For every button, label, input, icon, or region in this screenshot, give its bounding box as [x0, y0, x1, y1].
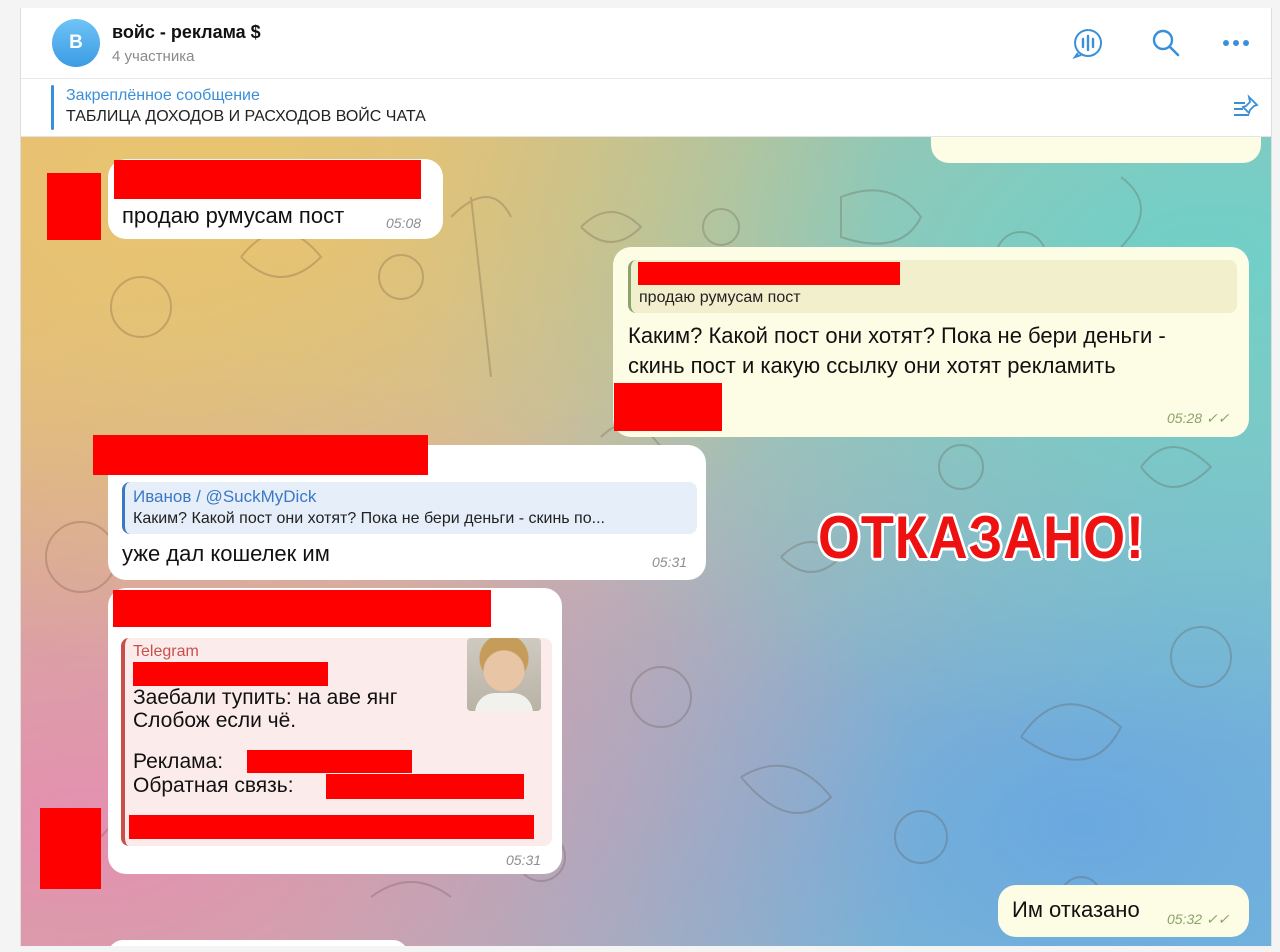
redacted-contact [326, 774, 524, 799]
rejected-stamp: ОТКАЗАНО! [818, 504, 1145, 571]
chat-window: В войс - реклама $ 4 участника Закреплён… [20, 8, 1272, 946]
message-bubble[interactable]: продаю румусам пост 05:08 [108, 159, 443, 239]
chat-member-count: 4 участника [112, 48, 195, 65]
search-icon [1152, 29, 1180, 57]
outgoing-message-bubble[interactable]: продаю румусам пост Каким? Какой пост он… [613, 247, 1249, 437]
message-bubble-partial[interactable] [108, 940, 408, 946]
voice-chat-icon [1072, 29, 1103, 59]
message-text: Им отказано [1012, 897, 1140, 922]
message-time: 05:08 [386, 215, 422, 231]
reply-quote[interactable]: продаю румусам пост [628, 260, 1237, 313]
redacted-sender [113, 590, 491, 627]
more-button[interactable] [1219, 26, 1253, 60]
pinned-indicator [51, 85, 54, 130]
pinned-text: ТАБЛИЦА ДОХОДОВ И РАСХОДОВ ВОЙС ЧАТА [66, 108, 426, 125]
redacted-sender [93, 435, 428, 475]
preview-text-line: Обратная связь: [133, 774, 294, 797]
redacted-preview-title [133, 662, 328, 686]
preview-text-line: Реклама: [133, 750, 224, 773]
message-text-line: скинь пост и какую ссылку они хотят рекл… [628, 353, 1116, 378]
preview-photo[interactable] [467, 638, 541, 711]
preview-text-line: Заебали тупить: на аве янг [133, 686, 398, 709]
message-time: 05:31 [506, 852, 542, 868]
chat-area[interactable]: продаю румусам пост 05:08 продаю румусам… [21, 137, 1271, 946]
chat-avatar[interactable]: В [52, 19, 100, 67]
redacted-sender [114, 160, 421, 199]
reply-text: продаю румусам пост [639, 289, 801, 306]
redacted-block [614, 383, 722, 431]
message-time: 05:31 [652, 554, 688, 570]
redacted-link [129, 815, 534, 839]
message-time: 05:32 ✓✓ [1167, 911, 1230, 927]
pinned-list-icon[interactable] [1231, 93, 1261, 123]
message-time: 05:28 ✓✓ [1167, 410, 1230, 426]
redacted-avatar [40, 808, 101, 889]
chat-title[interactable]: войс - реклама $ [112, 22, 261, 43]
redacted-avatar [47, 173, 101, 240]
preview-text-line: Слобож если чё. [133, 709, 297, 732]
pinned-label: Закреплённое сообщение [66, 87, 260, 104]
search-button[interactable] [1149, 26, 1183, 60]
voice-chat-button[interactable] [1071, 26, 1105, 60]
redacted-reply-author [638, 262, 900, 285]
message-bubble[interactable]: Telegram Заебали тупить: на аве янг Слоб… [108, 588, 562, 874]
reply-text: Каким? Какой пост они хотят? Пока не бер… [133, 510, 605, 527]
reply-author: Иванов / @SuckMyDick [133, 487, 317, 506]
redacted-contact [247, 750, 412, 773]
reply-quote[interactable]: Иванов / @SuckMyDick Каким? Какой пост о… [122, 482, 697, 534]
message-text: уже дал кошелек им [122, 541, 330, 566]
more-icon [1223, 40, 1249, 46]
outgoing-message-bubble[interactable]: Им отказано 05:32 ✓✓ [998, 885, 1249, 937]
preview-site-name: Telegram [133, 643, 199, 660]
pinned-message[interactable]: Закреплённое сообщение ТАБЛИЦА ДОХОДОВ И… [21, 79, 1271, 137]
outgoing-message-partial[interactable] [931, 137, 1261, 163]
chat-header: В войс - реклама $ 4 участника [21, 8, 1271, 79]
message-text-line: Каким? Какой пост они хотят? Пока не бер… [628, 323, 1166, 348]
message-text: продаю румусам пост [122, 203, 345, 228]
